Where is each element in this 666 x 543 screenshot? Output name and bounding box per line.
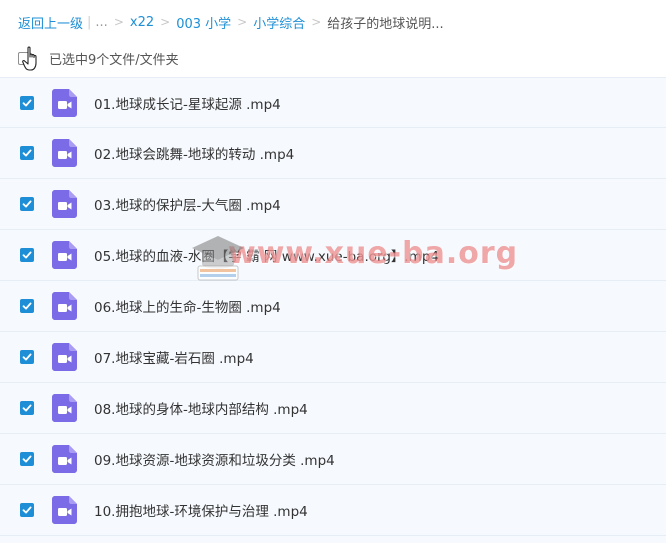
video-file-icon: [52, 343, 77, 371]
row-checkbox[interactable]: [20, 248, 34, 262]
file-name[interactable]: 05.地球的血液-水圈【学 霸 网 www.xue-ba.org】.mp4: [94, 245, 439, 265]
checkmark-icon: [22, 506, 32, 514]
file-row[interactable]: 08.地球的身体-地球内部结构 .mp4: [0, 383, 666, 434]
file-name[interactable]: 01.地球成长记-星球起源 .mp4: [94, 93, 281, 113]
checkmark-icon: [22, 455, 32, 463]
hand-pointer-icon: [22, 46, 37, 71]
breadcrumb-item-x22[interactable]: x22: [130, 15, 154, 30]
file-name[interactable]: 09.地球资源-地球资源和垃圾分类 .mp4: [94, 449, 335, 469]
file-row[interactable]: 09.地球资源-地球资源和垃圾分类 .mp4: [0, 434, 666, 485]
file-row[interactable]: 02.地球会跳舞-地球的转动 .mp4: [0, 128, 666, 179]
checkmark-icon: [22, 353, 32, 361]
video-file-icon: [52, 496, 77, 524]
video-file-icon: [52, 394, 77, 422]
selection-count-text: 已选中9个文件/文件夹: [49, 52, 179, 68]
file-list: 01.地球成长记-星球起源 .mp4 02.地球会跳舞-地球的转动 .mp4 03.…: [0, 77, 666, 543]
chevron-right-icon: >: [160, 15, 171, 29]
file-name[interactable]: 08.地球的身体-地球内部结构 .mp4: [94, 398, 308, 418]
row-checkbox[interactable]: [20, 503, 34, 517]
checkmark-icon: [22, 149, 32, 157]
file-name[interactable]: 10.拥抱地球-环境保护与治理 .mp4: [94, 500, 308, 520]
video-file-icon: [52, 445, 77, 473]
file-row[interactable]: 05.地球的血液-水圈【学 霸 网 www.xue-ba.org】.mp4: [0, 230, 666, 281]
breadcrumb-item-primary-school[interactable]: 003 小学: [176, 13, 231, 32]
file-row[interactable]: 03.地球的保护层-大气圈 .mp4: [0, 179, 666, 230]
row-checkbox[interactable]: [20, 299, 34, 313]
breadcrumb-divider: |: [87, 14, 92, 30]
file-row[interactable]: 01.地球成长记-星球起源 .mp4: [0, 77, 666, 128]
row-checkbox[interactable]: [20, 146, 34, 160]
row-checkbox[interactable]: [20, 95, 34, 110]
breadcrumb: 返回上一级 | ... > x22 > 003 小学 > 小学综合 > 给孩子的…: [18, 12, 444, 32]
video-file-icon: [52, 190, 77, 218]
video-file-icon: [52, 88, 77, 117]
chevron-right-icon: >: [311, 15, 322, 29]
file-row[interactable]: 07.地球宝藏-岩石圈 .mp4: [0, 332, 666, 383]
checkmark-icon: [22, 99, 32, 106]
file-row[interactable]: 10.拥抱地球-环境保护与治理 .mp4: [0, 485, 666, 536]
row-checkbox[interactable]: [20, 401, 34, 415]
breadcrumb-ellipsis[interactable]: ...: [95, 15, 107, 30]
checkmark-icon: [22, 404, 32, 412]
video-file-icon: [52, 292, 77, 320]
file-row[interactable]: 06.地球上的生命-生物圈 .mp4: [0, 281, 666, 332]
video-file-icon: [52, 241, 77, 269]
chevron-right-icon: >: [113, 15, 124, 29]
checkmark-icon: [22, 251, 32, 259]
file-name[interactable]: 07.地球宝藏-岩石圈 .mp4: [94, 347, 254, 367]
row-checkbox[interactable]: [20, 350, 34, 364]
breadcrumb-current: 给孩子的地球说明...: [327, 16, 444, 32]
selection-bar: 已选中9个文件/文件夹: [18, 46, 179, 70]
file-name[interactable]: 06.地球上的生命-生物圈 .mp4: [94, 296, 281, 316]
chevron-right-icon: >: [237, 15, 248, 29]
row-checkbox[interactable]: [20, 452, 34, 466]
file-name[interactable]: 03.地球的保护层-大气圈 .mp4: [94, 194, 281, 214]
row-checkbox[interactable]: [20, 197, 34, 211]
file-name[interactable]: 02.地球会跳舞-地球的转动 .mp4: [94, 143, 294, 163]
checkmark-icon: [22, 302, 32, 310]
checkmark-icon: [22, 200, 32, 208]
breadcrumb-item-general[interactable]: 小学综合: [253, 13, 305, 32]
back-link[interactable]: 返回上一级: [18, 13, 83, 32]
video-file-icon: [52, 139, 77, 167]
